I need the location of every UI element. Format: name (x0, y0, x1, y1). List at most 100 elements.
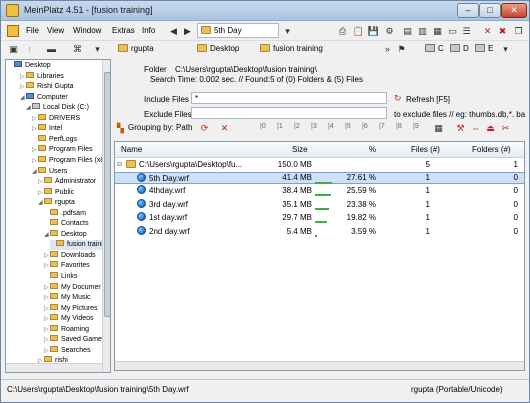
breadcrumb-desktop[interactable]: Desktop (197, 44, 239, 53)
col-name[interactable]: Name (121, 145, 142, 154)
breadcrumb-current[interactable]: fusion training (260, 44, 323, 53)
sort-icon[interactable]: |3 (311, 123, 317, 130)
sort-icon[interactable]: |5 (345, 123, 351, 130)
drive-menu-icon[interactable]: ▾ (499, 43, 512, 55)
tree-item[interactable]: ◢ Local Disk (C:) (26, 103, 89, 113)
tree-item[interactable]: ▷ Rishi Gupta (20, 82, 74, 92)
table-row[interactable]: 2nd day.wrf 5.4 MB 3.59 % 1 0 (115, 225, 524, 238)
columns-icon[interactable]: ▦ (432, 122, 445, 134)
minimize-child-icon[interactable]: ▭ (446, 25, 459, 37)
col-size[interactable]: Size (292, 145, 308, 154)
close-all-icon[interactable]: ✖ (496, 25, 509, 37)
panel-icon[interactable]: ▣ (7, 43, 20, 55)
tree-item[interactable]: PerfLogs (32, 134, 77, 145)
tree-item[interactable]: ▷ Saved Game (44, 335, 102, 345)
minimize-button[interactable]: – (457, 3, 479, 18)
tree-vertical-scrollbar[interactable] (102, 60, 110, 372)
broom-icon[interactable]: ⚒ (454, 122, 467, 134)
flag-icon[interactable]: ⚑ (395, 43, 408, 55)
tree-item[interactable]: ▷ Public (38, 187, 74, 198)
tree-item[interactable]: ▷ My Documer (44, 282, 101, 293)
restore-child-icon[interactable]: ❐ (512, 25, 525, 37)
grouping-button[interactable]: Grouping by: Path (128, 123, 192, 132)
horizontal-scrollbar[interactable] (115, 361, 524, 370)
tree-item[interactable]: ▷ Libraries (20, 71, 64, 82)
tree-item[interactable]: ▷ My Pictures (44, 303, 98, 314)
clear-icon[interactable]: ✕ (218, 122, 231, 134)
tree-item[interactable]: ▷ DRIVERS (32, 113, 80, 124)
tile-window-icon[interactable]: ▤ (401, 25, 414, 37)
scroll-thumb[interactable] (104, 72, 110, 317)
drive-d-button[interactable]: D (450, 44, 469, 53)
chevron-down-icon[interactable]: ▾ (281, 25, 294, 37)
tree-item[interactable]: ▷ Favorites (44, 261, 90, 271)
drive-e-button[interactable]: E (475, 44, 493, 53)
file-list[interactable]: Name Size % Files (#) Folders (#) ⊟ C:\U… (114, 141, 525, 371)
col-files[interactable]: Files (#) (411, 145, 440, 154)
cascade-window-icon[interactable]: ▥ (416, 25, 429, 37)
clipboard-icon[interactable]: 📋 (352, 25, 365, 37)
sort-icon[interactable]: |2 (294, 123, 300, 130)
print-icon[interactable]: ⎙ (336, 25, 349, 37)
back-arrow-icon[interactable]: ◀ (167, 25, 180, 37)
refresh-group-icon[interactable]: ⟳ (198, 122, 211, 134)
sort-icon[interactable]: |6 (362, 123, 368, 130)
tree-item[interactable]: ▷ Searches (44, 345, 91, 356)
app-menu-icon[interactable] (7, 25, 19, 37)
tree-item[interactable]: ▷ My Videos (44, 314, 94, 324)
cut-icon[interactable]: ✂ (499, 122, 512, 134)
table-row[interactable]: 1st day.wrf 29.7 MB 19.82 % 1 0 (115, 212, 524, 224)
table-row[interactable]: 3rd day.wrf 35.1 MB 23.38 % 1 0 (115, 198, 524, 211)
delete-icon[interactable]: ⏏ (484, 122, 497, 134)
tree-item[interactable]: Links (44, 272, 77, 282)
tree-item[interactable]: ▷ Program Files (32, 145, 93, 155)
sort-icon[interactable]: |0 (260, 123, 266, 130)
list-icon[interactable]: ☰ (460, 25, 473, 37)
col-folders[interactable]: Folders (#) (472, 145, 511, 154)
tree-item[interactable]: ▷ Administrator (38, 177, 96, 187)
menu-view[interactable]: View (47, 26, 64, 35)
table-row[interactable]: 4thday.wrf 38.4 MB 25.59 % 1 0 (115, 185, 524, 197)
sort-icon[interactable]: |7 (379, 123, 385, 130)
folder-tree[interactable]: Desktop ▷ Libraries ▷ Rishi Gupta ◢ Computer ◢ L… (5, 59, 111, 373)
tree-item[interactable]: ▷ Intel (32, 124, 62, 134)
tree-item[interactable]: Contacts (44, 219, 89, 229)
sort-icon[interactable]: |8 (396, 123, 402, 130)
close-button[interactable]: ✕ (501, 3, 527, 18)
tree-item[interactable]: ◢ Users (32, 166, 67, 177)
maximize-button[interactable]: □ (479, 3, 501, 18)
tree-item[interactable]: ◢ Desktop (44, 229, 87, 240)
breadcrumb-user[interactable]: rgupta (118, 44, 154, 53)
tree-item[interactable]: Desktop (8, 61, 51, 71)
exclude-field[interactable] (191, 107, 387, 119)
forward-arrow-icon[interactable]: ▶ (181, 25, 194, 37)
menu-window[interactable]: Window (73, 26, 101, 35)
sort-icon[interactable]: |9 (413, 123, 419, 130)
refresh-button[interactable]: Refresh [F5] (406, 95, 450, 104)
gear-icon[interactable]: ⚙ (383, 25, 396, 37)
tree-item[interactable]: ◢ Computer (20, 92, 68, 103)
tree-item[interactable]: .pdfsam (44, 208, 86, 219)
up-folder-icon[interactable]: ↑ (23, 43, 36, 55)
tree-icon[interactable]: ⌘ (71, 43, 84, 55)
more-chevron-icon[interactable]: » (381, 43, 394, 55)
menu-file[interactable]: File (26, 26, 39, 35)
day-combo[interactable]: 5th Day (197, 23, 279, 38)
table-row[interactable]: 5th Day.wrf 41.4 MB 27.61 % 1 0 (115, 172, 524, 184)
tree-item[interactable]: ▷ Roaming (44, 324, 89, 335)
refresh-icon[interactable]: ↻ (394, 94, 403, 103)
tree-horizontal-scrollbar[interactable] (6, 363, 102, 372)
swap-icon[interactable]: ⇔ (469, 122, 482, 134)
sort-icon[interactable]: |1 (277, 123, 283, 130)
tree-item[interactable]: ◢ rgupta (38, 198, 75, 208)
drive-c-button[interactable]: C (425, 44, 444, 53)
tree-item[interactable]: ▷ My Music (44, 293, 91, 303)
tree-item[interactable]: ▷ Program Files (x8 (32, 155, 104, 166)
view-icon[interactable]: ▬ (45, 43, 58, 55)
tree-item[interactable]: fusion trainin (50, 240, 107, 251)
tree-item[interactable]: ▷ Downloads (44, 250, 96, 261)
drive-list-icon[interactable]: ▾ (91, 43, 104, 55)
collapse-icon[interactable]: ⊟ (117, 159, 122, 171)
sort-icon[interactable]: |4 (328, 123, 334, 130)
menu-info[interactable]: Info (142, 26, 155, 35)
